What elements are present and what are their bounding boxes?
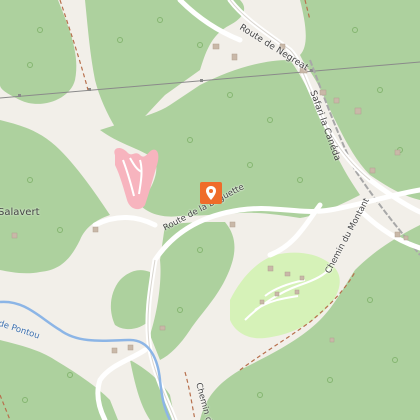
- map-pin-marker[interactable]: [200, 182, 222, 204]
- place-label-salavert: Salavert: [0, 207, 40, 218]
- map-pin-icon: [206, 186, 216, 200]
- map-canvas[interactable]: Route de Negreat Route de la Buguette Ch…: [0, 0, 420, 420]
